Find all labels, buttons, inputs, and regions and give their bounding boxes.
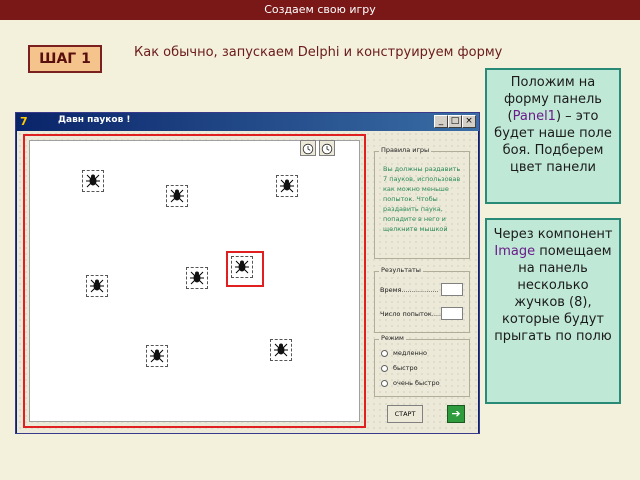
step-badge: ШАГ 1 <box>28 45 102 73</box>
spider-image[interactable] <box>86 275 108 297</box>
spider-icon <box>150 349 164 363</box>
spider-image[interactable] <box>231 256 253 278</box>
attempts-field[interactable] <box>441 307 463 320</box>
go-arrow-button[interactable]: ➔ <box>447 405 465 423</box>
spider-image[interactable] <box>82 170 104 192</box>
rules-title: Правила игры <box>379 146 432 154</box>
window-titlebar[interactable]: 7 Давн пауков ! _ □ × <box>16 113 479 131</box>
callout-image-text-1: Через компонент <box>493 227 613 242</box>
app-icon: 7 <box>20 115 28 128</box>
mode-groupbox: Режим медленно быстро очень быстро <box>374 334 470 397</box>
game-panel[interactable] <box>29 140 360 422</box>
rules-text: Вы должны раздавить 7 пауков, использова… <box>383 165 461 233</box>
mode-title: Режим <box>379 334 406 342</box>
start-button[interactable]: СТАРТ <box>387 405 423 423</box>
form-client-area: Правила игры Вы должны раздавить 7 пауко… <box>17 131 478 433</box>
time-field[interactable] <box>441 283 463 296</box>
callout-image-highlight: Image <box>494 244 536 259</box>
spider-icon <box>280 179 294 193</box>
callout-panel-highlight: Panel1 <box>512 109 556 124</box>
results-groupbox: Результаты Время.................. Число… <box>374 266 470 333</box>
callout-image-text-2: помещаем на панель несколько жучков (8),… <box>494 244 612 344</box>
spider-image[interactable] <box>270 339 292 361</box>
slide-subtitle: Как обычно, запускаем Delphi и конструир… <box>134 45 503 60</box>
time-label: Время.................. <box>380 286 439 294</box>
spider-icon <box>86 174 100 188</box>
delphi-form-window: 7 Давн пауков ! _ □ × Правила игры Вы до… <box>15 112 480 434</box>
spider-icon <box>235 260 249 274</box>
close-button[interactable]: × <box>462 115 476 128</box>
radio-label-slow: медленно <box>393 349 428 357</box>
rules-groupbox: Правила игры Вы должны раздавить 7 пауко… <box>374 146 470 259</box>
minimize-button[interactable]: _ <box>434 115 448 128</box>
spider-image[interactable] <box>186 267 208 289</box>
results-title: Результаты <box>379 266 423 274</box>
slide-header: Создаем свою игру <box>0 0 640 20</box>
spider-icon <box>274 343 288 357</box>
callout-panel: Положим на форму панель (Panel1) – это б… <box>485 68 621 204</box>
radio-fast[interactable] <box>381 365 388 372</box>
maximize-button[interactable]: □ <box>448 115 462 128</box>
radio-slow[interactable] <box>381 350 388 357</box>
attempts-label: Число попыток...... <box>380 310 445 318</box>
spider-image[interactable] <box>276 175 298 197</box>
radio-label-fast: быстро <box>393 364 418 372</box>
callout-image: Через компонент Image помещаем на панель… <box>485 218 621 404</box>
radio-very-fast[interactable] <box>381 380 388 387</box>
spider-icon <box>170 189 184 203</box>
spider-icon <box>90 279 104 293</box>
timer-icon[interactable] <box>300 140 316 156</box>
window-title: Давн пауков ! <box>58 115 131 125</box>
radio-label-very-fast: очень быстро <box>393 379 440 387</box>
spider-image[interactable] <box>166 185 188 207</box>
timer-icon[interactable] <box>319 140 335 156</box>
arrow-right-icon: ➔ <box>451 407 461 420</box>
spider-icon <box>190 271 204 285</box>
spider-image[interactable] <box>146 345 168 367</box>
